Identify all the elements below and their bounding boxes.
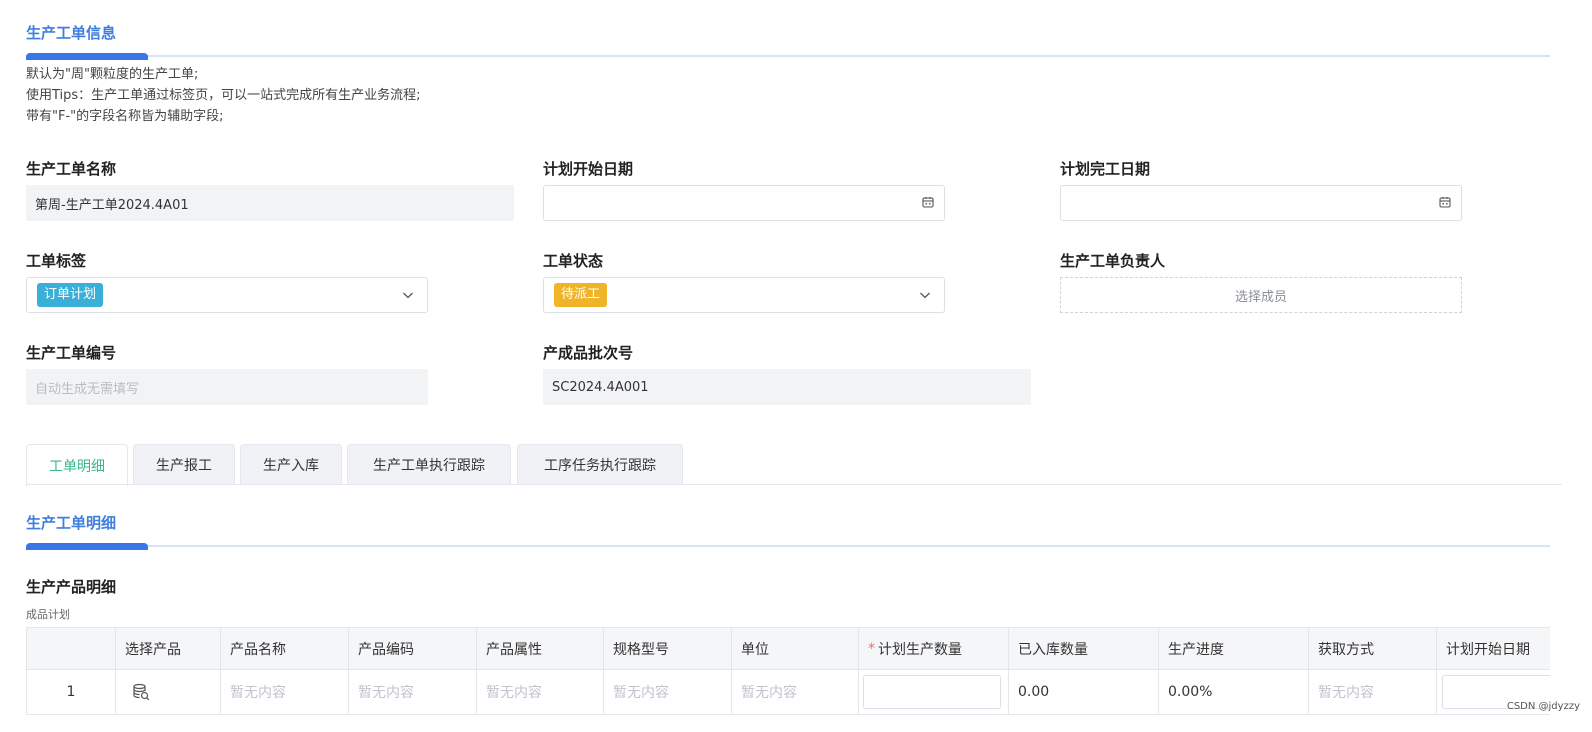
product-detail-title: 生产产品明细 (26, 578, 117, 596)
table-cell-stored-qty: 0.00 (1009, 670, 1159, 714)
table-header-product-attribute: 产品属性 (477, 628, 604, 670)
description-line: 默认为"周"颗粒度的生产工单; (26, 67, 199, 82)
section-header-info: 生产工单信息 (26, 22, 1550, 62)
tab-order-detail[interactable]: 工单明细 (26, 444, 128, 486)
tab-divider (26, 484, 1562, 485)
table-cell-planned-qty (859, 670, 1009, 714)
table-cell-spec-model: 暂无内容 (604, 670, 732, 714)
owner-placeholder: 选择成员 (1234, 289, 1287, 305)
watermark: CSDN @jdyzzy (1506, 701, 1580, 712)
order-name-value: 第周-生产工单2024.4A01 (35, 197, 189, 213)
table-header-acquire-method: 获取方式 (1309, 628, 1437, 670)
order-tag-chip: 订单计划 (37, 283, 104, 307)
database-select-icon[interactable] (132, 683, 150, 701)
product-table: 选择产品 产品名称 产品编码 产品属性 规格型号 单位 * 计划生产数量 已入库数… (26, 627, 1550, 715)
section-title-info: 生产工单信息 (26, 24, 117, 42)
section-header-detail: 生产工单明细 (26, 512, 1550, 552)
table-cell-unit: 暂无内容 (732, 670, 859, 714)
select-member-button[interactable]: 选择成员 (1060, 277, 1462, 313)
product-detail-subtitle: 成品计划 (26, 608, 70, 621)
table-cell-select-product[interactable] (116, 670, 221, 714)
tab-process-task-tracking[interactable]: 工序任务执行跟踪 (517, 444, 683, 485)
order-no-input: 自动生成无需填写 (26, 369, 428, 405)
description-line: 带有"F-"的字段名称皆为辅助字段; (26, 109, 224, 124)
batch-no-value: SC2024.4A001 (552, 379, 649, 395)
section-accent-bar (26, 53, 148, 60)
owner-label: 生产工单负责人 (1060, 252, 1166, 270)
planned-qty-input[interactable] (863, 675, 1001, 709)
tab-production-report[interactable]: 生产报工 (133, 444, 235, 485)
tab-production-warehousing[interactable]: 生产入库 (240, 444, 342, 485)
table-header-index (27, 628, 116, 670)
table-row-index: 1 (27, 670, 116, 714)
order-status-label: 工单状态 (543, 252, 604, 270)
table-cell-acquire-method: 暂无内容 (1309, 670, 1437, 714)
order-status-select[interactable]: 待派工 (543, 277, 945, 313)
table-cell-product-name: 暂无内容 (221, 670, 349, 714)
order-no-placeholder: 自动生成无需填写 (35, 381, 140, 397)
plan-finish-label: 计划完工日期 (1060, 160, 1151, 178)
order-tag-select[interactable]: 订单计划 (26, 277, 428, 313)
batch-no-input[interactable]: SC2024.4A001 (543, 369, 1031, 405)
order-status-chip: 待派工 (554, 283, 608, 307)
calendar-icon (1439, 197, 1451, 208)
order-no-label: 生产工单编号 (26, 344, 117, 362)
section-divider (26, 55, 1550, 57)
plan-start-date-picker[interactable] (543, 185, 945, 221)
table-header-unit: 单位 (732, 628, 859, 670)
table-header-planned-qty: * 计划生产数量 (859, 628, 1009, 670)
table-header-progress: 生产进度 (1159, 628, 1309, 670)
section-divider (26, 545, 1550, 547)
chevron-down-icon (920, 292, 930, 299)
table-header-spec-model: 规格型号 (604, 628, 732, 670)
planned-qty-label: 计划生产数量 (878, 641, 962, 658)
table-header-select-product: 选择产品 (116, 628, 221, 670)
table-cell-product-attribute: 暂无内容 (477, 670, 604, 714)
order-name-input[interactable]: 第周-生产工单2024.4A01 (26, 185, 514, 221)
order-tag-label: 工单标签 (26, 252, 87, 270)
table-header-plan-start-date: 计划开始日期 (1437, 628, 1550, 670)
table-cell-product-code: 暂无内容 (349, 670, 477, 714)
section-accent-bar (26, 543, 148, 550)
plan-start-label: 计划开始日期 (543, 160, 634, 178)
plan-finish-date-picker[interactable] (1060, 185, 1462, 221)
calendar-icon (922, 197, 934, 208)
chevron-down-icon (403, 292, 413, 299)
required-mark: * (868, 640, 875, 657)
tab-order-execution-tracking[interactable]: 生产工单执行跟踪 (347, 444, 511, 485)
table-cell-progress: 0.00% (1159, 670, 1309, 714)
batch-no-label: 产成品批次号 (543, 344, 634, 362)
order-name-label: 生产工单名称 (26, 160, 117, 178)
table-header-product-code: 产品编码 (349, 628, 477, 670)
table-header-product-name: 产品名称 (221, 628, 349, 670)
form-description: 默认为"周"颗粒度的生产工单; 使用Tips：生产工单通过标签页，可以一站式完成… (26, 64, 421, 127)
table-header-stored-qty: 已入库数量 (1009, 628, 1159, 670)
section-title-detail: 生产工单明细 (26, 514, 117, 532)
description-line: 使用Tips：生产工单通过标签页，可以一站式完成所有生产业务流程; (26, 88, 421, 103)
